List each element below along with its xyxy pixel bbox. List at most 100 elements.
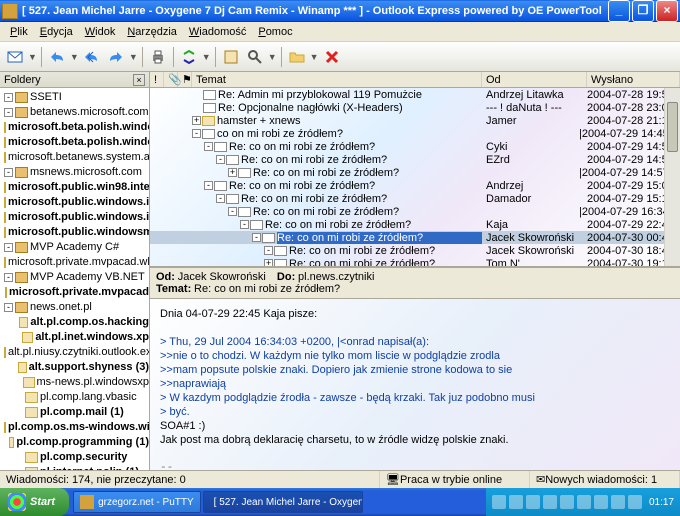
- status-new: ✉ Nowych wiadomości: 1: [530, 471, 680, 488]
- folder-item[interactable]: microsoft.public.windowsme: [0, 225, 149, 240]
- window-title: [ 527. Jean Michel Jarre - Oxygene 7 Dj …: [22, 5, 606, 17]
- message-row[interactable]: -Re: co on mi robi ze źródłem?Cyki2004-0…: [150, 140, 680, 153]
- message-row[interactable]: -Re: co on mi robi ze źródłem?Damador200…: [150, 192, 680, 205]
- message-row[interactable]: +Re: co on mi robi ze źródłem?Tom N'2004…: [150, 257, 680, 268]
- folder-item[interactable]: -SSETI: [0, 90, 149, 105]
- message-row[interactable]: -Re: co on mi robi ze źródłem?Jacek Skow…: [150, 231, 680, 244]
- folder-item[interactable]: microsoft.public.windows.in: [0, 210, 149, 225]
- sendrecv-button[interactable]: [178, 46, 200, 68]
- col-sent[interactable]: Wysłano: [587, 72, 680, 87]
- folder-item[interactable]: pl.comp.mail (1): [0, 405, 149, 420]
- menubar: Plik Edycja Widok Narzędzia Wiadomość Po…: [0, 22, 680, 42]
- taskbar: Start grzegorz.net - PuTTY[ 527. Jean Mi…: [0, 488, 680, 516]
- folder-item[interactable]: microsoft.beta.polish.windowsx: [0, 135, 149, 150]
- folder-item[interactable]: pl.internet.polip (1): [0, 465, 149, 470]
- tray-icon[interactable]: [628, 495, 642, 509]
- menu-tools[interactable]: Narzędzia: [121, 24, 183, 40]
- minimize-button[interactable]: _: [608, 0, 630, 22]
- menu-message[interactable]: Wiadomość: [183, 24, 252, 40]
- tray-icon[interactable]: [611, 495, 625, 509]
- tray-icon[interactable]: [492, 495, 506, 509]
- close-button[interactable]: ×: [656, 0, 678, 22]
- reply-button[interactable]: [46, 46, 68, 68]
- msglist-scrollbar[interactable]: [664, 88, 680, 266]
- message-row[interactable]: -co on mi robi ze źródłem?|2004-07-29 14…: [150, 127, 680, 140]
- folder-item[interactable]: -MVP Academy C#: [0, 240, 149, 255]
- preview-body[interactable]: Dnia 04-07-29 22:45 Kaja pisze: > Thu, 2…: [150, 299, 680, 470]
- folder-pane: Foldery × -SSETI-betanews.microsoft.comm…: [0, 72, 150, 470]
- col-priority[interactable]: !: [150, 72, 164, 87]
- folder-pane-close[interactable]: ×: [133, 74, 145, 86]
- tray-icon[interactable]: [560, 495, 574, 509]
- find-button[interactable]: [244, 46, 266, 68]
- folder-item[interactable]: pl.comp.os.ms-windows.win: [0, 420, 149, 435]
- message-row[interactable]: -Re: co on mi robi ze źródłem?|2004-07-2…: [150, 205, 680, 218]
- folder-item[interactable]: microsoft.public.win98.intern: [0, 180, 149, 195]
- menu-view[interactable]: Widok: [79, 24, 122, 40]
- folder-pane-title: Foldery: [4, 74, 41, 86]
- folder-item[interactable]: -msnews.microsoft.com: [0, 165, 149, 180]
- folder-item[interactable]: -betanews.microsoft.com: [0, 105, 149, 120]
- preview-pane: Od: Jacek Skowroński Do: pl.news.czytnik…: [150, 268, 680, 470]
- folder-item[interactable]: alt.pl.comp.os.hacking: [0, 315, 149, 330]
- folder-item[interactable]: ms-news.pl.windowsxp: [0, 375, 149, 390]
- folder-item[interactable]: microsoft.public.windows.in: [0, 195, 149, 210]
- message-row[interactable]: Re: Opcjonalne nagłówki (X-Headers)--- !…: [150, 101, 680, 114]
- preview-header: Od: Jacek Skowroński Do: pl.news.czytnik…: [150, 268, 680, 299]
- message-row[interactable]: +Re: co on mi robi ze źródłem?|2004-07-2…: [150, 166, 680, 179]
- message-row[interactable]: -Re: co on mi robi ze źródłem?EZrd2004-0…: [150, 153, 680, 166]
- menu-edit[interactable]: Edycja: [34, 24, 79, 40]
- print-button[interactable]: [147, 46, 169, 68]
- col-flag[interactable]: ⚑: [178, 72, 192, 87]
- clock[interactable]: 01:17: [649, 497, 674, 508]
- menu-help[interactable]: Pomoc: [252, 24, 298, 40]
- titlebar: [ 527. Jean Michel Jarre - Oxygene 7 Dj …: [0, 0, 680, 22]
- folder-item[interactable]: pl.comp.security: [0, 450, 149, 465]
- toolbar: ▼ ▼ ▼ ▼ ▼ ▼: [0, 42, 680, 72]
- tray-icon[interactable]: [526, 495, 540, 509]
- folder-item[interactable]: -news.onet.pl: [0, 300, 149, 315]
- menu-file[interactable]: Plik: [4, 24, 34, 40]
- start-button[interactable]: Start: [0, 488, 69, 516]
- message-list[interactable]: Re: Admin mi przyblokowal 119 PomużcieAn…: [150, 88, 680, 268]
- folder-tree[interactable]: -SSETI-betanews.microsoft.commicrosoft.b…: [0, 88, 149, 470]
- app-icon: [2, 3, 18, 19]
- statusbar: Wiadomości: 174, nie przeczytane: 0 🖥 Pr…: [0, 470, 680, 488]
- message-list-header: ! 📎 ⚑ Temat Od Wysłano: [150, 72, 680, 88]
- folder-pane-header: Foldery ×: [0, 72, 149, 88]
- status-msgcount: Wiadomości: 174, nie przeczytane: 0: [0, 471, 380, 488]
- maximize-button[interactable]: ❐: [632, 0, 654, 22]
- message-row[interactable]: -Re: co on mi robi ze źródłem?Jacek Skow…: [150, 244, 680, 257]
- reply-all-button[interactable]: [81, 46, 103, 68]
- forward-button[interactable]: [105, 46, 127, 68]
- addressbook-button[interactable]: [220, 46, 242, 68]
- folder-item[interactable]: alt.pl.niusy.czytniki.outlook.expr: [0, 345, 149, 360]
- system-tray[interactable]: 01:17: [486, 488, 680, 516]
- tray-icon[interactable]: [543, 495, 557, 509]
- col-attach[interactable]: 📎: [164, 72, 178, 87]
- status-mode: 🖥 Praca w trybie online: [380, 471, 530, 488]
- folder-item[interactable]: microsoft.private.mvpacad.whid: [0, 255, 149, 270]
- folder-item[interactable]: pl.comp.lang.vbasic: [0, 390, 149, 405]
- message-row[interactable]: -Re: co on mi robi ze źródłem?Andrzej200…: [150, 179, 680, 192]
- delete-button[interactable]: [321, 46, 343, 68]
- folder-item[interactable]: alt.support.shyness (3): [0, 360, 149, 375]
- col-subject[interactable]: Temat: [192, 72, 482, 87]
- message-row[interactable]: -Re: co on mi robi ze źródłem?Kaja2004-0…: [150, 218, 680, 231]
- tray-icon[interactable]: [594, 495, 608, 509]
- folder-item[interactable]: -MVP Academy VB.NET: [0, 270, 149, 285]
- folder-item[interactable]: microsoft.beta.polish.windowsx: [0, 120, 149, 135]
- folder-item[interactable]: microsoft.betanews.system.ann: [0, 150, 149, 165]
- windows-icon: [8, 493, 26, 511]
- col-from[interactable]: Od: [482, 72, 587, 87]
- folder-item[interactable]: pl.comp.programming (1): [0, 435, 149, 450]
- message-row[interactable]: +hamster + xnewsJamer2004-07-28 21:18: [150, 114, 680, 127]
- folder-button[interactable]: [286, 46, 308, 68]
- folder-item[interactable]: alt.pl.inet.windows.xp: [0, 330, 149, 345]
- folder-item[interactable]: microsoft.private.mvpacad: [0, 285, 149, 300]
- message-row[interactable]: Re: Admin mi przyblokowal 119 PomużcieAn…: [150, 88, 680, 101]
- taskbar-tasks: grzegorz.net - PuTTY[ 527. Jean Michel J…: [69, 490, 486, 514]
- new-mail-button[interactable]: [4, 46, 26, 68]
- tray-icon[interactable]: [577, 495, 591, 509]
- tray-icon[interactable]: [509, 495, 523, 509]
